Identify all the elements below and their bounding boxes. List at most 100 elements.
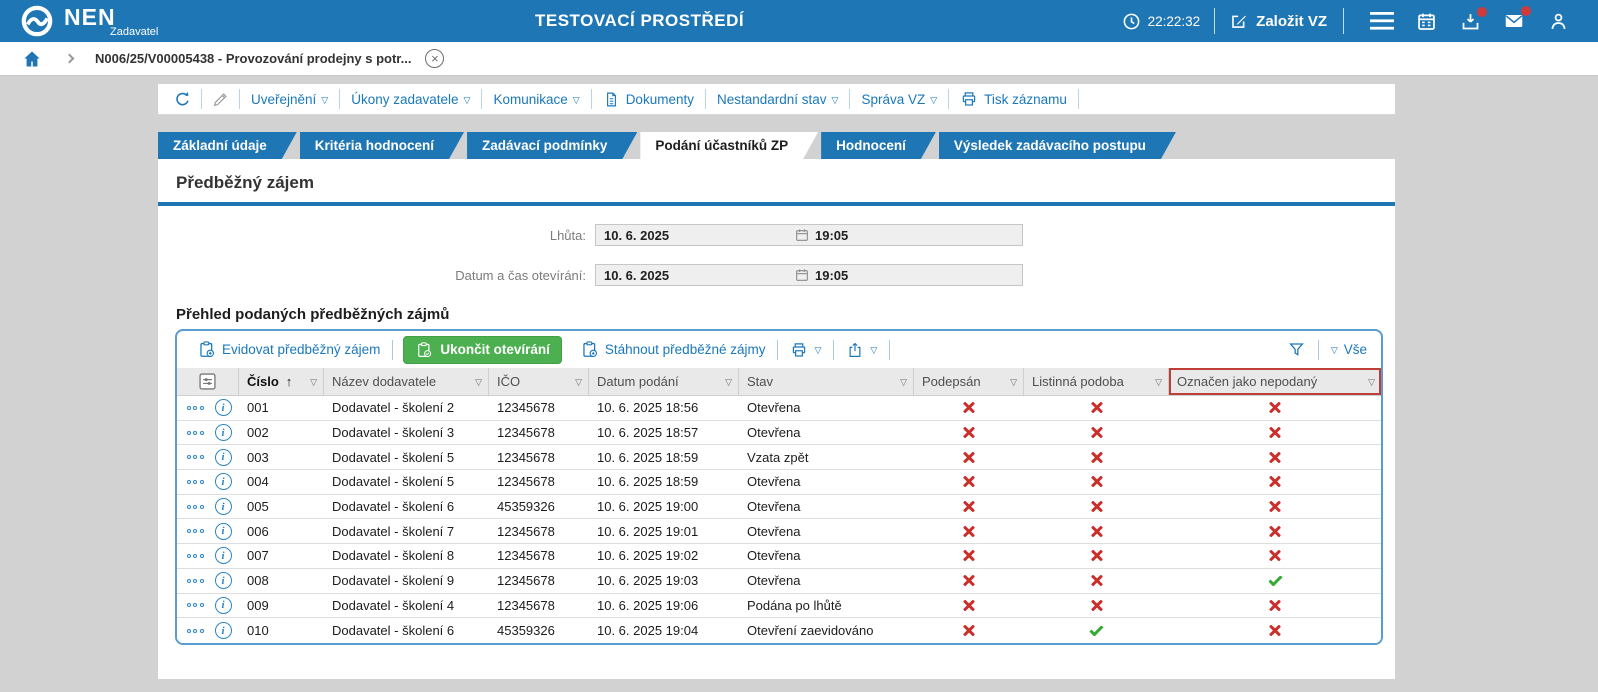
mail-icon[interactable] [1495,6,1533,32]
cell-datum-podani: 10. 6. 2025 19:00 [597,499,699,515]
row-info-icon[interactable] [207,498,239,516]
stahnout-link[interactable]: Stáhnout předběžné zájmy [570,340,776,359]
info-icon [214,498,232,516]
row-menu-icon[interactable] [177,578,207,583]
menu-icon[interactable] [1363,12,1401,30]
calendar-icon[interactable] [1407,11,1445,32]
row-menu-icon[interactable] [177,430,207,435]
toolbar-item-komunikace[interactable]: Komunikace [482,89,592,109]
column-header-datum[interactable]: Datum podání [589,368,739,395]
user-icon[interactable] [1539,11,1577,32]
chevron-down-icon [814,342,821,357]
toolbar-item--kony-zadavatele[interactable]: Úkony zadavatele [340,89,483,109]
row-menu-icon[interactable] [177,479,207,484]
row-info-icon[interactable] [207,547,239,565]
column-header-podepsan[interactable]: Podepsán [914,368,1024,395]
toolbar-item-nestandardn-stav[interactable]: Nestandardní stav [706,89,851,109]
column-header-nepodany[interactable]: Označen jako nepodaný [1169,368,1381,395]
table-row[interactable]: 004 Dodavatel - školení 5 12345678 10. 6. 2… [177,470,1381,495]
column-filter-caret-icon[interactable] [475,374,482,389]
row-info-icon[interactable] [207,424,239,442]
column-filter-caret-icon[interactable] [900,374,907,389]
row-menu-icon[interactable] [177,529,207,534]
toolbar-item-label: Uveřejnění [251,91,317,107]
row-info-icon[interactable] [207,622,239,640]
table-row[interactable]: 010 Dodavatel - školení 6 45359326 10. 6. 2… [177,618,1381,643]
row-menu-icon[interactable] [177,603,207,608]
column-header-listinna[interactable]: Listinná podoba [1024,368,1169,395]
toolbar-item-tisk-z-znamu[interactable]: Tisk záznamu [949,89,1079,109]
column-filter-caret-icon[interactable] [725,374,732,389]
print-menu[interactable] [780,341,831,359]
cross-icon [1091,599,1103,611]
refresh-icon[interactable] [164,89,202,109]
column-header-nazev[interactable]: Název dodavatele [324,368,489,395]
nen-logo[interactable]: NEN Zadavatel [20,4,158,38]
calendar-icon[interactable] [794,267,810,283]
tab-v-sledek-zad-vac-ho-postupu[interactable]: Výsledek zadávacího postupu [939,132,1176,159]
row-info-icon[interactable] [207,596,239,614]
tab-hodnocen-[interactable]: Hodnocení [821,132,936,159]
table-row[interactable]: 009 Dodavatel - školení 4 12345678 10. 6. 2… [177,593,1381,619]
row-info-icon[interactable] [207,448,239,466]
column-header-cislo[interactable]: Číslo [239,368,324,395]
table-row[interactable]: 002 Dodavatel - školení 3 12345678 10. 6. 2… [177,420,1381,446]
row-menu-icon[interactable] [177,504,207,509]
row-info-icon[interactable] [207,522,239,540]
tab-zad-vac-podm-nky[interactable]: Zadávací podmínky [467,132,637,159]
toolbar-item-spr-va-vz[interactable]: Správa VZ [850,89,950,109]
table-row[interactable]: 008 Dodavatel - školení 9 12345678 10. 6. 2… [177,568,1381,594]
home-icon[interactable] [22,49,42,69]
download-icon[interactable] [1451,6,1489,32]
toolbar-item-uve-ejn-n-[interactable]: Uveřejnění [240,89,341,109]
pencil-icon[interactable] [202,89,240,109]
row-info-icon[interactable] [207,399,239,417]
lhuta-time-value[interactable]: 19:05 [815,228,848,243]
filter-button[interactable] [1277,340,1316,359]
tab-z-kladn-daje[interactable]: Základní údaje [158,132,297,159]
dot [186,603,191,608]
evidovat-link[interactable]: Evidovat předběžný zájem [187,340,390,359]
table-row[interactable]: 005 Dodavatel - školení 6 45359326 10. 6. 2… [177,494,1381,520]
divider [392,339,394,360]
cell-podepsan [914,501,1024,513]
grid-toolbar: Evidovat předběžný zájem Ukončit otevírá… [177,331,1381,368]
close-icon[interactable] [425,49,445,68]
column-header-ico[interactable]: IČO [489,368,589,395]
export-menu[interactable] [836,341,887,359]
table-row[interactable]: 001 Dodavatel - školení 2 12345678 10. 6. 2… [177,396,1381,421]
create-vz-button[interactable]: Založit VZ [1229,12,1327,31]
row-menu-icon[interactable] [177,455,207,460]
lhuta-datetime-field[interactable]: 10. 6. 2025 19:05 [595,224,1023,246]
column-filter-caret-icon[interactable] [310,374,317,389]
filter-all-dropdown[interactable]: Vše [1321,342,1371,357]
column-header-stav[interactable]: Stav [739,368,914,395]
row-info-icon[interactable] [207,473,239,491]
lhuta-date-value[interactable]: 10. 6. 2025 [596,228,794,243]
table-row[interactable]: 006 Dodavatel - školení 7 12345678 10. 6. 2… [177,519,1381,545]
tab-pod-n-astn-k-zp[interactable]: Podání účastníků ZP [640,132,818,159]
info-icon [214,424,232,442]
column-filter-caret-icon[interactable] [575,374,582,389]
oteviranie-datetime-field[interactable]: 10. 6. 2025 19:05 [595,264,1023,286]
oteviranie-date-value[interactable]: 10. 6. 2025 [596,268,794,283]
cell-listinna-podoba [1024,599,1169,611]
calendar-icon[interactable] [794,227,810,243]
row-menu-icon[interactable] [177,553,207,558]
column-filter-caret-icon[interactable] [1010,374,1017,389]
table-row[interactable]: 003 Dodavatel - školení 5 12345678 10. 6. 2… [177,445,1381,471]
row-menu-icon[interactable] [177,628,207,633]
column-filter-caret-icon[interactable] [1368,374,1375,389]
column-filter-caret-icon[interactable] [1155,374,1162,389]
grid-header: Číslo Název dodavatele IČO Datum podání Stav… [177,368,1381,396]
ukoncit-button[interactable]: Ukončit otevírání [403,335,562,364]
tab-krit-ria-hodnocen-[interactable]: Kritéria hodnocení [300,132,464,159]
cross-icon [963,525,975,537]
row-info-icon[interactable] [207,572,239,590]
row-menu-icon[interactable] [177,405,207,410]
column-config-button[interactable] [177,368,239,395]
oteviranie-time-value[interactable]: 19:05 [815,268,848,283]
toolbar-item-dokumenty[interactable]: Dokumenty [592,89,706,109]
breadcrumb-item[interactable]: N006/25/V00005438 - Provozování prodejny… [95,51,411,66]
table-row[interactable]: 007 Dodavatel - školení 8 12345678 10. 6. 2… [177,544,1381,569]
